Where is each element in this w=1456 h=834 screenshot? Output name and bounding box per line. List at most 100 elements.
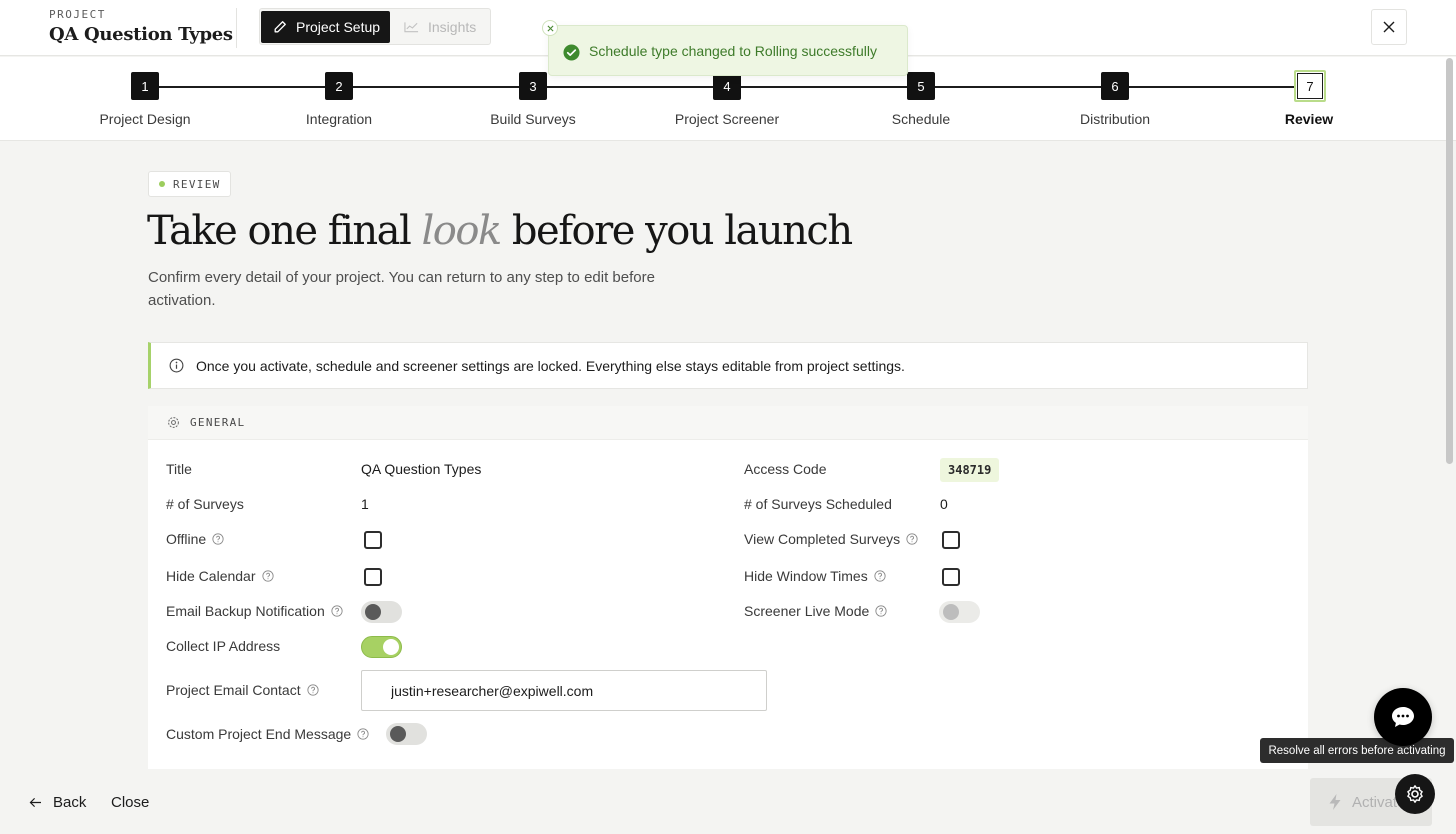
scrollbar-thumb[interactable] (1446, 58, 1453, 464)
step-3-label[interactable]: Build Surveys (453, 111, 613, 127)
tab-insights[interactable]: Insights (394, 11, 490, 43)
step-1[interactable]: 1 (131, 72, 159, 100)
email-backup-label: Email Backup Notification (166, 603, 325, 619)
step-connector (547, 86, 713, 88)
custom-end-label: Custom Project End Message (166, 726, 352, 742)
help-icon[interactable] (875, 605, 887, 617)
chat-icon (1392, 707, 1414, 727)
tab-project-setup[interactable]: Project Setup (261, 11, 390, 43)
step-connector (741, 86, 907, 88)
help-icon[interactable] (357, 728, 369, 740)
arrow-left-icon (29, 797, 41, 808)
email-backup-toggle[interactable] (361, 601, 402, 623)
general-heading: GENERAL (190, 416, 246, 429)
collect-ip-toggle[interactable] (361, 636, 402, 658)
view-switcher: Project Setup Insights (259, 8, 491, 45)
pencil-icon (274, 21, 286, 33)
page-title: Take one final look before you launch (147, 208, 853, 254)
help-icon[interactable] (331, 605, 343, 617)
toggle-knob (943, 604, 959, 620)
step-5[interactable]: 5 (907, 72, 935, 100)
lock-notice: Once you activate, schedule and screener… (148, 342, 1308, 389)
settings-fab[interactable] (1395, 774, 1435, 814)
hide-calendar-checkbox[interactable] (364, 568, 382, 586)
success-toast: Schedule type changed to Rolling success… (542, 20, 908, 76)
email-contact-input[interactable] (361, 670, 767, 711)
access-code-value: 348719 (940, 458, 1000, 482)
step-connector (159, 86, 325, 88)
title-part-2: before you launch (500, 208, 853, 254)
title-part-1: Take one final (147, 208, 422, 254)
general-section: GENERAL Title QA Question Types # of Sur… (148, 406, 1308, 769)
check-circle-icon (563, 44, 580, 61)
tab-insights-label: Insights (428, 19, 477, 35)
close-button[interactable] (1371, 9, 1407, 45)
email-contact-label: Project Email Contact (166, 682, 301, 698)
email-contact-label-row: Project Email Contact (166, 682, 319, 698)
close-icon (1383, 21, 1395, 33)
hide-calendar-label-row: Hide Calendar (166, 568, 274, 584)
activate-tooltip: Resolve all errors before activating (1260, 738, 1454, 763)
step-4-label[interactable]: Project Screener (647, 111, 807, 127)
access-code-label: Access Code (744, 461, 827, 477)
help-icon[interactable] (212, 533, 224, 545)
badge-label: REVIEW (173, 177, 221, 191)
step-1-label[interactable]: Project Design (65, 111, 225, 127)
title-value: QA Question Types (361, 461, 482, 477)
toggle-knob (383, 639, 399, 655)
notice-text: Once you activate, schedule and screener… (196, 357, 905, 374)
gear-icon (168, 417, 179, 428)
offline-checkbox[interactable] (364, 531, 382, 549)
toast-dismiss-button[interactable] (542, 20, 558, 36)
step-6[interactable]: 6 (1101, 72, 1129, 100)
toggle-knob (365, 604, 381, 620)
step-connector (935, 86, 1101, 88)
step-2[interactable]: 2 (325, 72, 353, 100)
info-icon (169, 358, 184, 373)
chat-button[interactable] (1374, 688, 1432, 746)
chart-line-icon (404, 22, 419, 33)
custom-end-toggle[interactable] (386, 723, 427, 745)
screener-live-label-row: Screener Live Mode (744, 603, 887, 619)
surveys-count-value: 1 (361, 496, 369, 512)
back-button[interactable]: Back (29, 794, 86, 811)
screener-live-toggle[interactable] (939, 601, 980, 623)
offline-label-row: Offline (166, 531, 224, 547)
scheduled-count-label: # of Surveys Scheduled (744, 496, 892, 512)
step-5-label[interactable]: Schedule (841, 111, 1001, 127)
collect-ip-label: Collect IP Address (166, 638, 281, 654)
general-header: GENERAL (148, 406, 1308, 440)
help-icon[interactable] (874, 570, 886, 582)
surveys-count-label: # of Surveys (166, 496, 244, 512)
view-completed-checkbox[interactable] (942, 531, 960, 549)
footer-bar: Back Close Activate (0, 770, 1456, 834)
hide-window-checkbox[interactable] (942, 568, 960, 586)
view-completed-label: View Completed Surveys (744, 531, 901, 547)
title-label: Title (166, 461, 192, 477)
lightning-icon (1329, 794, 1341, 810)
help-icon[interactable] (261, 570, 274, 582)
toast-message: Schedule type changed to Rolling success… (589, 43, 877, 59)
view-completed-label-row: View Completed Surveys (744, 531, 918, 547)
step-2-label[interactable]: Integration (259, 111, 419, 127)
gear-icon (1407, 785, 1423, 803)
step-4[interactable]: 4 (713, 72, 741, 100)
step-7-label[interactable]: Review (1229, 111, 1389, 127)
step-connector (1129, 86, 1294, 88)
screener-live-label: Screener Live Mode (744, 603, 870, 619)
step-6-label[interactable]: Distribution (1035, 111, 1195, 127)
project-kicker: PROJECT (49, 8, 106, 21)
help-icon[interactable] (307, 684, 319, 696)
hide-window-label-row: Hide Window Times (744, 568, 886, 584)
step-3[interactable]: 3 (519, 72, 547, 100)
toggle-knob (390, 726, 406, 742)
step-7[interactable]: 7 (1294, 70, 1326, 102)
header-divider (236, 8, 237, 48)
back-label: Back (53, 794, 87, 811)
section-badge: REVIEW (148, 171, 231, 197)
custom-end-label-row: Custom Project End Message (166, 726, 369, 742)
help-icon[interactable] (906, 533, 918, 545)
close-link[interactable]: Close (111, 794, 149, 811)
project-title: QA Question Types (49, 24, 233, 45)
hide-calendar-label: Hide Calendar (166, 568, 256, 584)
